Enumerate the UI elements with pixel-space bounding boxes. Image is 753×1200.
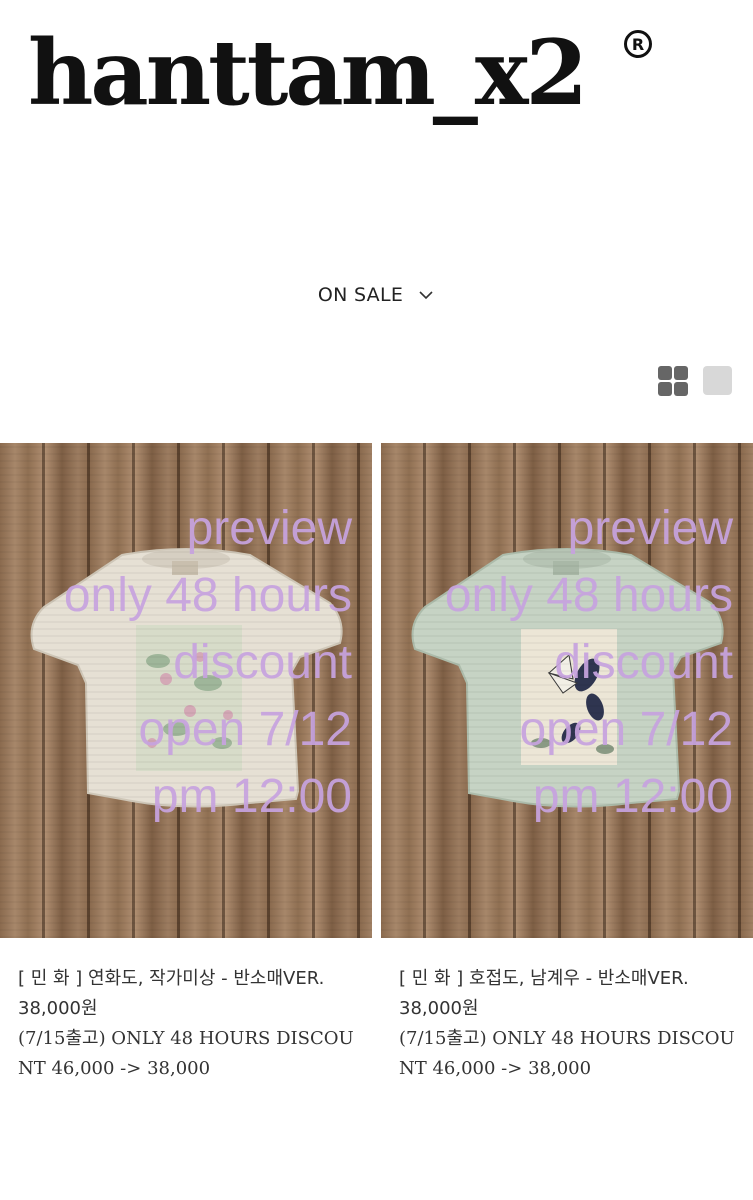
overlay-line: open 7/12 xyxy=(519,703,733,756)
overlay-line: pm 12:00 xyxy=(151,770,352,823)
product-price: 38,000원 xyxy=(399,998,479,1019)
product-info: [ 민 화 ] 호접도, 남계우 - 반소매VER. 38,000원 (7/15… xyxy=(381,938,753,1084)
overlay-line: preview xyxy=(186,502,352,555)
overlay-line: only 48 hours xyxy=(63,569,352,622)
single-view-icon[interactable] xyxy=(703,366,732,395)
promo-overlay: preview only 48 hours discount open 7/12… xyxy=(64,495,352,830)
category-dropdown[interactable]: ON SALE xyxy=(0,284,753,306)
registered-mark: R xyxy=(624,30,652,58)
overlay-line: only 48 hours xyxy=(444,569,733,622)
overlay-line: open 7/12 xyxy=(138,703,352,756)
overlay-line: preview xyxy=(567,502,733,555)
chevron-down-icon xyxy=(419,291,433,300)
brand-logo[interactable]: hanttam_x2 xyxy=(28,28,588,118)
product-image[interactable]: preview only 48 hours discount open 7/12… xyxy=(0,443,372,938)
product-description: (7/15출고) ONLY 48 HOURS DISCOUNT 46,000 -… xyxy=(399,1028,735,1079)
overlay-line: discount xyxy=(554,636,733,689)
product-card[interactable]: preview only 48 hours discount open 7/12… xyxy=(0,443,372,1084)
overlay-line: pm 12:00 xyxy=(532,770,733,823)
category-label: ON SALE xyxy=(317,284,404,306)
product-description: (7/15출고) ONLY 48 HOURS DISCOUNT 46,000 -… xyxy=(18,1028,354,1079)
product-name[interactable]: [ 민 화 ] 연화도, 작가미상 - 반소매VER. xyxy=(18,964,354,994)
view-toggle xyxy=(658,366,732,396)
product-name[interactable]: [ 민 화 ] 호접도, 남계우 - 반소매VER. xyxy=(399,964,735,994)
product-info: [ 민 화 ] 연화도, 작가미상 - 반소매VER. 38,000원 (7/1… xyxy=(0,938,372,1084)
product-card[interactable]: preview only 48 hours discount open 7/12… xyxy=(381,443,753,1084)
overlay-line: discount xyxy=(173,636,352,689)
product-price: 38,000원 xyxy=(18,998,98,1019)
grid-view-icon[interactable] xyxy=(658,366,688,396)
product-image[interactable]: preview only 48 hours discount open 7/12… xyxy=(381,443,753,938)
promo-overlay: preview only 48 hours discount open 7/12… xyxy=(445,495,733,830)
